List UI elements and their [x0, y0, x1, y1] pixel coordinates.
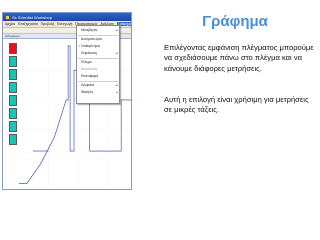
channel-button[interactable] [9, 134, 17, 145]
slide-paragraph-2: Αυτή η επιλογή είναι χρήσιμη για μετρήσε… [164, 95, 309, 115]
channel-button[interactable] [9, 108, 17, 119]
dropdown-item-label: Μεταβλητές [81, 28, 98, 32]
dropdown-item-label: Μεγέθυνση [81, 67, 97, 71]
submenu-arrow-icon: ▸ [116, 28, 118, 32]
dropdown-item[interactable]: Επαναφορά [77, 73, 119, 79]
dropdown-item-label: Πλέγμα [81, 60, 92, 64]
channel-button[interactable] [9, 121, 17, 132]
window-title: Ss Scientist Workshop [12, 14, 52, 20]
dropdown-item[interactable]: Πλέγμα [77, 59, 119, 65]
title-bar: Ss Scientist Workshop [3, 13, 131, 21]
app-icon [5, 14, 10, 20]
channel-button[interactable] [9, 82, 17, 93]
slide-heading: Γράφημα [202, 13, 268, 30]
menu-item[interactable]: Επεξεργασία [18, 22, 38, 26]
menu-item[interactable]: Εισαγωγή [57, 22, 72, 26]
slide-paragraph-1: Επιλέγοντας εμφάνιση πλέγματος μπορούμε … [164, 43, 314, 73]
channel-button[interactable] [9, 69, 17, 80]
dropdown-item[interactable]: Κλιμάκωση ▸ [77, 50, 119, 56]
submenu-arrow-icon: ▸ [116, 83, 118, 87]
channel-button[interactable] [9, 43, 17, 54]
channel-strip [9, 41, 17, 189]
dropdown-item-label: Κλιμάκωση [81, 51, 97, 55]
submenu-arrow-icon: ▸ [116, 90, 118, 94]
graph-menu-dropdown: Μεταβλητές ▸ Αυτόματα όρια ✓ Σταθερά όρια Κλι… [76, 25, 120, 104]
dropdown-item-label: Χρώματα [81, 83, 95, 87]
dropdown-item-label: Αυτόματα όρια [81, 37, 102, 41]
dropdown-item-label: Σταθερά όρια [81, 44, 100, 48]
channel-button[interactable] [9, 56, 17, 67]
submenu-arrow-icon: ▸ [116, 51, 118, 55]
dropdown-item[interactable]: Χρώματα ▸ [77, 82, 119, 88]
dropdown-item-label: Επαναφορά [81, 74, 99, 78]
dropdown-item[interactable]: Μεταβλητές ▸ [77, 27, 119, 33]
check-icon: ✓ [78, 44, 81, 48]
dropdown-item-label: Ιδιότητες [81, 90, 94, 94]
dropdown-item[interactable]: Ιδιότητες ▸ [77, 89, 119, 95]
channel-button[interactable] [9, 95, 17, 106]
subwindow-label: Διάγραμμα [5, 34, 20, 38]
dropdown-item[interactable]: Αυτόματα όρια [77, 36, 119, 42]
menu-item[interactable]: Αρχείο [5, 22, 15, 26]
menu-item[interactable]: Προβολή [41, 22, 55, 26]
dropdown-item[interactable]: ✓ Σταθερά όρια [77, 43, 119, 49]
dropdown-item[interactable]: Μεγέθυνση [77, 66, 119, 72]
